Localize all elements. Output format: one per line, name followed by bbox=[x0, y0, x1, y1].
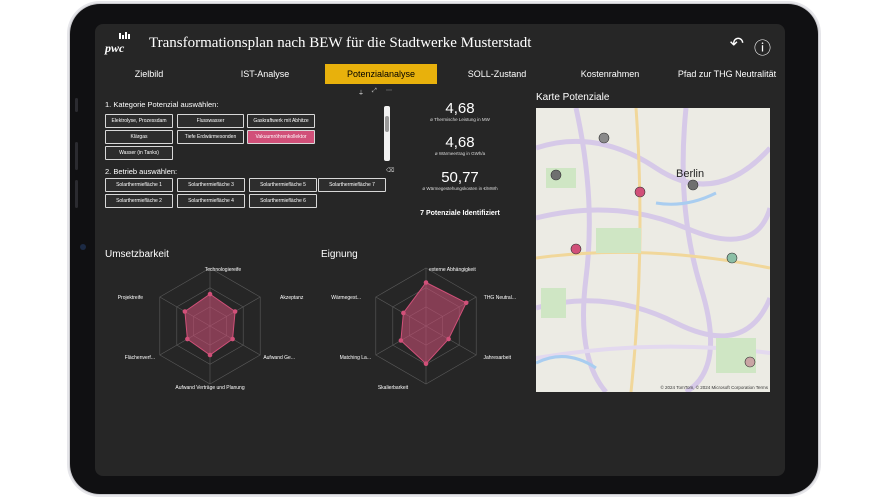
dashboard-screen: pwc Transformationsplan nach BEW für die… bbox=[95, 24, 785, 476]
tablet-volume-up bbox=[75, 142, 78, 170]
kpi-label: ø Wärmeertrag in GWh/a bbox=[434, 151, 486, 156]
umsetzbarkeit-point-4[interactable] bbox=[207, 352, 213, 358]
eignung-axis-label-3: Jahresarbeit bbox=[483, 355, 511, 361]
operation-filter-label: 2. Betrieb auswählen: bbox=[105, 167, 178, 176]
eignung-axis-label-6: Wärmegest... bbox=[331, 295, 361, 301]
tab-zielbild[interactable]: Zielbild bbox=[105, 64, 193, 84]
umsetzbarkeit-axis-label-6: Projektreife bbox=[118, 295, 144, 301]
tab-ist-analyse[interactable]: IST-Analyse bbox=[215, 64, 315, 84]
eignung-axis-label-4: Skalierbarkeit bbox=[378, 385, 409, 391]
chip-klaergas[interactable]: Klärgas bbox=[105, 130, 173, 144]
tab-soll-zustand[interactable]: SOLL-Zustand bbox=[447, 64, 547, 84]
camera-dot bbox=[80, 244, 86, 250]
logo-text: pwc bbox=[105, 41, 125, 55]
eignung-point-6[interactable] bbox=[401, 310, 406, 316]
umsetzbarkeit-axis-label-1: Technologiereife bbox=[205, 267, 242, 273]
umsetzbarkeit-point-1[interactable] bbox=[207, 291, 213, 297]
eraser-icon[interactable]: ⌫ bbox=[386, 167, 394, 174]
chip-solarthermie-4[interactable]: Solarthermiefläche 4 bbox=[177, 194, 245, 208]
radar-umsetzbarkeit-title: Umsetzbarkeit bbox=[105, 249, 169, 260]
eignung-point-1[interactable] bbox=[423, 280, 429, 285]
tab-kostenrahmen[interactable]: Kostenrahmen bbox=[560, 64, 660, 84]
header: pwc Transformationsplan nach BEW für die… bbox=[95, 24, 785, 64]
category-filter-label: 1. Kategorie Potenzial auswählen: bbox=[105, 100, 219, 109]
chip-tiefe-erdwaermesonden[interactable]: Tiefe Erdwärmesonden bbox=[177, 130, 244, 144]
kpi-thermische-leistung: 4,68 ø Thermische Leistung in MW bbox=[415, 100, 505, 122]
kpi-value: 4,68 bbox=[445, 134, 475, 151]
tablet-side-button bbox=[75, 98, 78, 112]
umsetzbarkeit-axis-label-3: Aufwand Ge... bbox=[263, 355, 295, 361]
umsetzbarkeit-series-area bbox=[184, 293, 236, 356]
kpi-value: 4,68 bbox=[445, 100, 475, 117]
map-title: Karte Potenziale bbox=[536, 92, 610, 103]
more-options-icon[interactable]: ⋯ bbox=[386, 87, 392, 94]
chip-solarthermie-5[interactable]: Solarthermiefläche 5 bbox=[249, 178, 317, 192]
tablet-volume-down bbox=[75, 180, 78, 208]
umsetzbarkeit-axis-label-4: Aufwand Verträge und Planung bbox=[175, 385, 244, 391]
radar-umsetzbarkeit: Technologiereife Akzeptanz Aufwand Ge... Au… bbox=[118, 267, 304, 391]
kpi-label: ø Thermische Leistung in MW bbox=[430, 117, 490, 122]
tab-bar: Zielbild IST-Analyse Potenzialanalyse SO… bbox=[95, 64, 785, 84]
back-icon[interactable]: ↶ bbox=[730, 34, 744, 59]
eignung-axis-label-5: Matching La... bbox=[340, 355, 371, 361]
map-city-label: Berlin bbox=[676, 168, 705, 180]
kpi-waermeertrag: 4,68 ø Wärmeertrag in GWh/a bbox=[415, 134, 505, 156]
filter-icon[interactable]: ⏚ bbox=[358, 88, 364, 97]
chip-vakuumroehrenkollektor[interactable]: Vakuumröhrenkollektor bbox=[247, 130, 315, 144]
radar-eignung-title: Eignung bbox=[321, 249, 358, 260]
kpi-value: 50,77 bbox=[441, 169, 479, 186]
page-title: Transformationsplan nach BEW für die Sta… bbox=[149, 35, 532, 51]
scrollbar-thumb[interactable] bbox=[385, 116, 389, 132]
info-icon[interactable]: ⓘ bbox=[754, 34, 771, 59]
chip-gaskraftwerk[interactable]: Gaskraftwerk mit Abhitze bbox=[247, 114, 315, 128]
eignung-point-2[interactable] bbox=[463, 300, 469, 306]
eignung-axis-label-2: THG Neutral... bbox=[484, 295, 516, 301]
chip-solarthermie-7[interactable]: Solarthermiefläche 7 bbox=[318, 178, 386, 192]
umsetzbarkeit-point-5[interactable] bbox=[185, 336, 190, 342]
tab-pfad-thg[interactable]: Pfad zur THG Neutralität bbox=[675, 64, 779, 84]
scrollbar[interactable] bbox=[384, 106, 390, 161]
focus-mode-icon[interactable]: ⤢ bbox=[372, 88, 377, 95]
chip-solarthermie-6[interactable]: Solarthermiefläche 6 bbox=[249, 194, 317, 208]
kpi-waermegestehungskosten: 50,77 ø Wärmegestehungskosten in €/MWh bbox=[415, 169, 505, 191]
umsetzbarkeit-point-3[interactable] bbox=[230, 336, 235, 342]
eignung-point-3[interactable] bbox=[446, 336, 451, 342]
chip-solarthermie-3[interactable]: Solarthermiefläche 3 bbox=[177, 178, 245, 192]
chip-elektrolyse[interactable]: Elektrolyse, Prozessdam bbox=[105, 114, 173, 128]
radar-eignung: externe Abhängigkeit THG Neutral... Jahres… bbox=[331, 267, 516, 391]
tab-potenzialanalyse[interactable]: Potenzialanalyse bbox=[325, 64, 437, 84]
umsetzbarkeit-axis-label-2: Akzeptanz bbox=[280, 295, 304, 301]
umsetzbarkeit-axis-label-5: Flächenverf... bbox=[125, 355, 155, 361]
map-base bbox=[536, 108, 770, 392]
umsetzbarkeit-point-2[interactable] bbox=[232, 309, 238, 314]
chip-solarthermie-1[interactable]: Solarthermiefläche 1 bbox=[105, 178, 173, 192]
map-potenziale[interactable]: Berlin © 2024 TomTom, © 2024 Microsoft C… bbox=[536, 108, 770, 392]
map-copyright: © 2024 TomTom, © 2024 Microsoft Corporat… bbox=[660, 385, 768, 390]
eignung-point-4[interactable] bbox=[423, 361, 429, 366]
kpi-summary: 7 Potenziale Identifiziert bbox=[420, 210, 500, 217]
umsetzbarkeit-point-6[interactable] bbox=[182, 309, 188, 314]
eignung-series-area bbox=[400, 281, 467, 365]
eignung-axis-label-1: externe Abhängigkeit bbox=[429, 267, 476, 273]
eignung-point-5[interactable] bbox=[398, 338, 404, 343]
chip-flusswasser[interactable]: Flusswasser bbox=[177, 114, 244, 128]
pwc-logo: pwc bbox=[105, 32, 135, 58]
chip-wasser-tanks[interactable]: Wasser (in Tanks) bbox=[105, 146, 173, 160]
chip-solarthermie-2[interactable]: Solarthermiefläche 2 bbox=[105, 194, 173, 208]
kpi-label: ø Wärmegestehungskosten in €/MWh bbox=[422, 186, 498, 191]
